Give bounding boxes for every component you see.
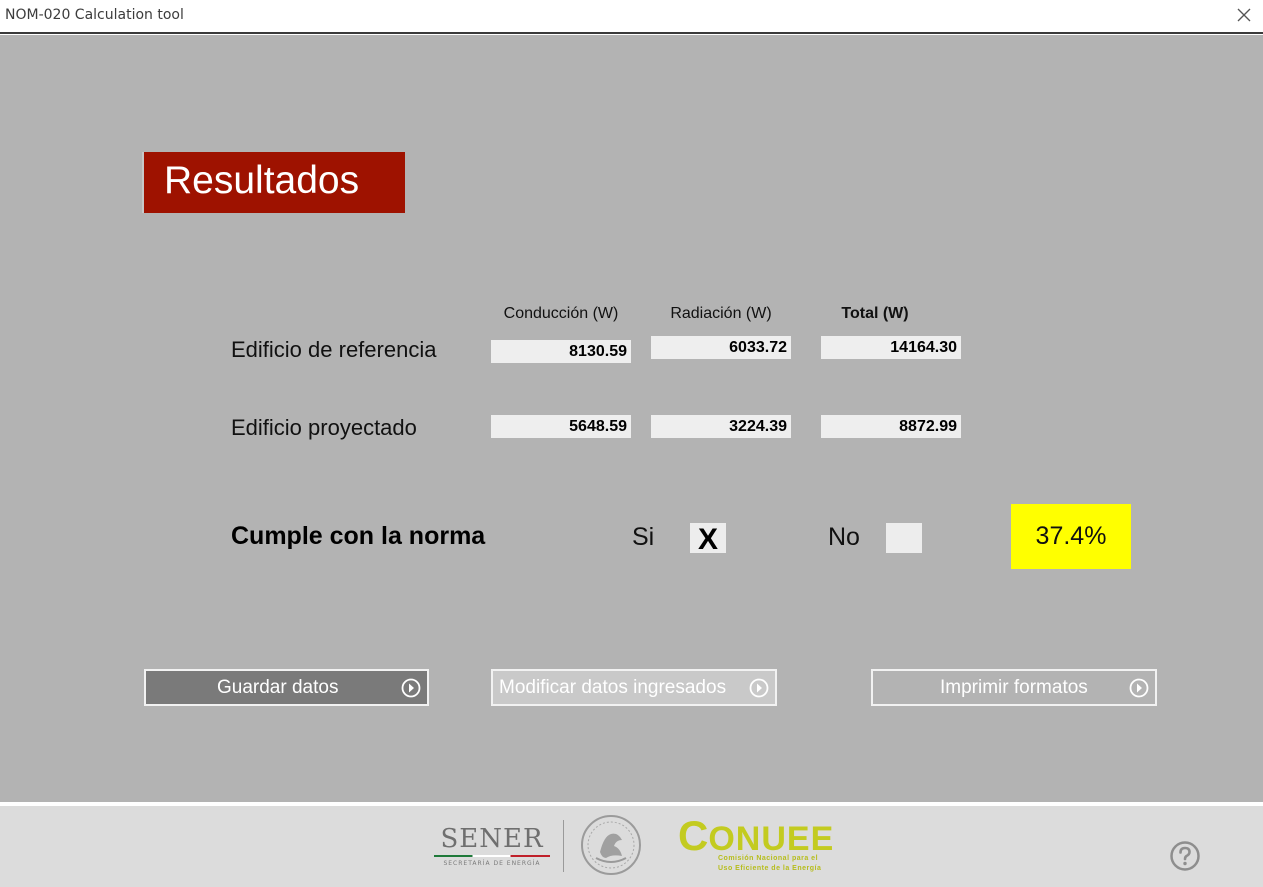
conuee-subtitle-line-2: Uso Eficiente de la Energía bbox=[718, 865, 822, 872]
logo-divider bbox=[563, 820, 564, 872]
results-panel: Resultados Conducción (W) Radiación (W) … bbox=[0, 35, 1263, 802]
save-data-button[interactable]: Guardar datos bbox=[144, 669, 429, 706]
row-label-reference-building: Edificio de referencia bbox=[231, 337, 437, 362]
save-data-label: Guardar datos bbox=[217, 677, 339, 698]
close-icon[interactable] bbox=[1231, 3, 1257, 27]
sener-logo-subtitle: SECRETARÍA DE ENERGÍA bbox=[443, 860, 541, 867]
mexico-seal-icon bbox=[581, 815, 641, 875]
reference-radiation-value: 6033.72 bbox=[651, 336, 791, 359]
row-label-projected-building: Edificio proyectado bbox=[231, 415, 417, 440]
title-bar: NOM-020 Calculation tool bbox=[0, 0, 1263, 32]
projected-total-value: 8872.99 bbox=[821, 415, 961, 438]
page-title: Resultados bbox=[142, 152, 405, 213]
column-header-total: Total (W) bbox=[841, 305, 909, 322]
title-bar-border bbox=[0, 32, 1263, 34]
compliance-no-checkbox bbox=[886, 523, 922, 553]
print-formats-button[interactable]: Imprimir formatos bbox=[871, 669, 1157, 706]
projected-conduction-value: 5648.59 bbox=[491, 415, 631, 438]
sener-flag-stripe bbox=[434, 855, 550, 857]
print-formats-label: Imprimir formatos bbox=[940, 677, 1088, 698]
footer: SENER SECRETARÍA DE ENERGÍA CONUEE Comis… bbox=[0, 806, 1263, 887]
reference-conduction-value: 8130.59 bbox=[491, 340, 631, 363]
arrow-right-circle-icon bbox=[1129, 678, 1149, 698]
sener-logo: SENER SECRETARÍA DE ENERGÍA bbox=[434, 826, 550, 867]
savings-percentage: 37.4% bbox=[1011, 504, 1131, 569]
window-title: NOM-020 Calculation tool bbox=[5, 7, 184, 23]
compliance-yes-label: Si bbox=[632, 523, 655, 551]
compliance-no-label: No bbox=[828, 523, 860, 551]
column-header-radiation: Radiación (W) bbox=[670, 305, 772, 322]
compliance-yes-checkbox: X bbox=[690, 523, 726, 556]
modify-data-label: Modificar datos ingresados bbox=[499, 677, 727, 698]
conuee-logo: CONUEE Comisión Nacional para el Uso Efi… bbox=[678, 815, 835, 873]
conuee-logo-word: ONUEE bbox=[708, 820, 835, 858]
compliance-label: Cumple con la norma bbox=[231, 522, 486, 550]
reference-total-value: 14164.30 bbox=[821, 336, 961, 359]
conuee-logo-initial: C bbox=[678, 812, 709, 859]
arrow-right-circle-icon bbox=[401, 678, 421, 698]
help-icon[interactable] bbox=[1169, 840, 1201, 872]
arrow-right-circle-icon bbox=[749, 678, 769, 698]
sener-logo-word: SENER bbox=[440, 824, 544, 854]
column-header-conduction: Conducción (W) bbox=[503, 305, 619, 322]
conuee-subtitle-line-1: Comisión Nacional para el bbox=[718, 855, 819, 862]
modify-data-button[interactable]: Modificar datos ingresados bbox=[491, 669, 777, 706]
projected-radiation-value: 3224.39 bbox=[651, 415, 791, 438]
